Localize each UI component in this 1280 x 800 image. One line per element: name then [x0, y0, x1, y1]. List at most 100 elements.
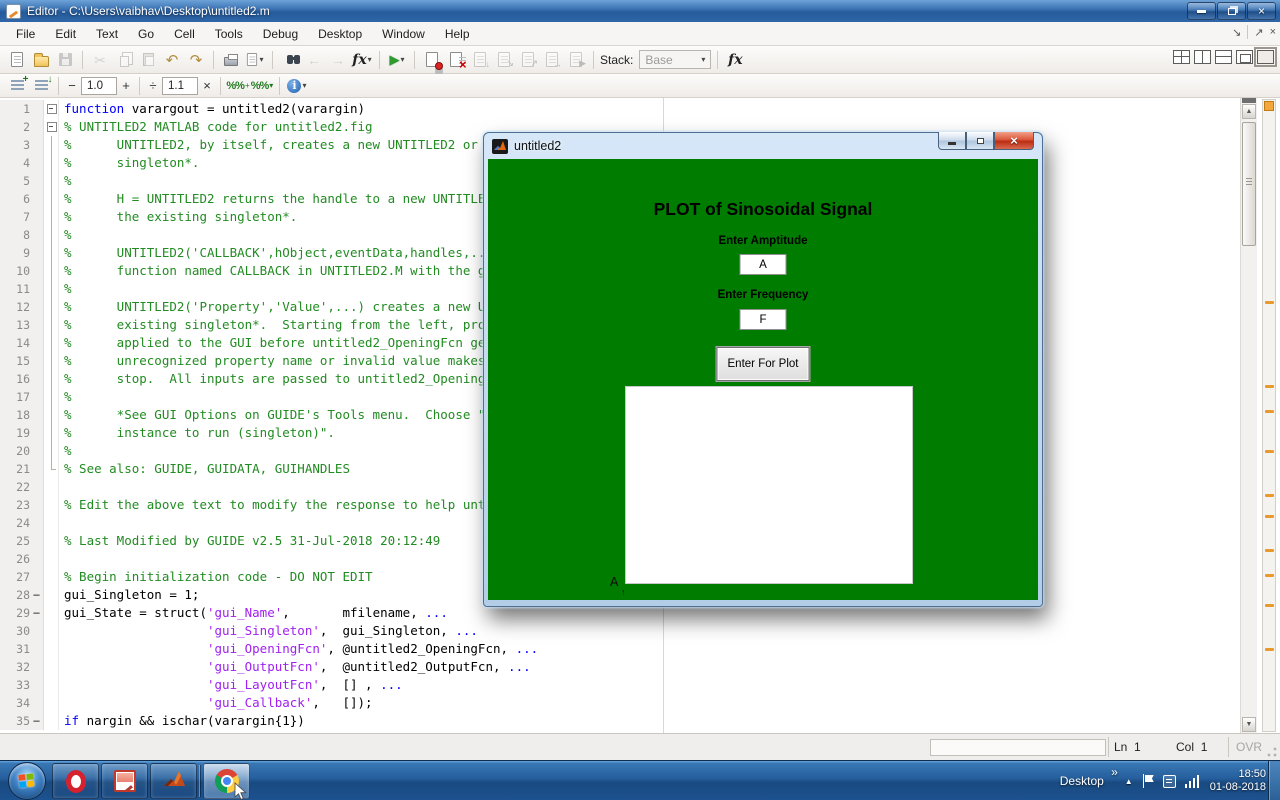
- analyzer-summary-indicator[interactable]: [1264, 101, 1274, 111]
- menu-item-help[interactable]: Help: [435, 24, 480, 44]
- restore-button[interactable]: [1217, 2, 1246, 20]
- undo-button[interactable]: ↶: [161, 49, 183, 70]
- cut-button[interactable]: ✂: [89, 49, 111, 70]
- print-options-button[interactable]: ▾: [244, 49, 266, 70]
- code-line[interactable]: 1function varargout = untitled2(varargin…: [0, 100, 1240, 118]
- paste-button[interactable]: [137, 49, 159, 70]
- close-button[interactable]: ×: [1247, 2, 1276, 20]
- taskbar-picture-manager-button[interactable]: [101, 763, 148, 799]
- split-grabber[interactable]: [1242, 98, 1256, 103]
- menu-item-text[interactable]: Text: [86, 24, 128, 44]
- function-hints-button[interactable]: fx▾: [351, 49, 373, 70]
- dock-icon[interactable]: ↘: [1232, 26, 1241, 39]
- taskbar-matlab-button[interactable]: [150, 763, 197, 799]
- exit-debug-button[interactable]: ▶: [565, 49, 587, 70]
- code-line[interactable]: 31 'gui_OpeningFcn', @untitled2_OpeningF…: [0, 640, 1240, 658]
- menu-item-tools[interactable]: Tools: [205, 24, 253, 44]
- amplitude-input[interactable]: [740, 254, 787, 275]
- continue-button[interactable]: →: [541, 49, 563, 70]
- code-line[interactable]: 33 'gui_LayoutFcn', [] , ...: [0, 676, 1240, 694]
- menu-item-file[interactable]: File: [6, 24, 45, 44]
- resize-grip[interactable]: [1267, 747, 1277, 757]
- close-document-icon[interactable]: ×: [1270, 26, 1276, 38]
- desktop-toolbar[interactable]: Desktop »: [1060, 774, 1116, 788]
- divide-value-button[interactable]: ÷: [146, 78, 160, 93]
- show-desktop-button[interactable]: [1268, 761, 1280, 800]
- plot-button[interactable]: Enter For Plot: [717, 347, 810, 381]
- run-button[interactable]: ▶▾: [386, 49, 408, 70]
- code-line[interactable]: 34 'gui_Callback', []);: [0, 694, 1240, 712]
- warning-mark[interactable]: [1265, 604, 1274, 607]
- eval-cell-advance-button[interactable]: %%▾: [251, 75, 273, 96]
- menu-item-window[interactable]: Window: [372, 24, 435, 44]
- warning-mark[interactable]: [1265, 648, 1274, 651]
- print-button[interactable]: [220, 49, 242, 70]
- undock-icon[interactable]: ↗: [1254, 26, 1263, 39]
- menu-item-go[interactable]: Go: [128, 24, 164, 44]
- step-in-button[interactable]: ↘: [493, 49, 515, 70]
- value-factor-input[interactable]: 1.1: [162, 77, 198, 95]
- tile-grid-button[interactable]: [1173, 50, 1190, 64]
- remove-hardware-icon[interactable]: [1163, 775, 1176, 788]
- code-line[interactable]: 32 'gui_OutputFcn', @untitled2_OutputFcn…: [0, 658, 1240, 676]
- menu-item-edit[interactable]: Edit: [45, 24, 86, 44]
- increment-value-button[interactable]: +: [119, 78, 133, 93]
- warning-mark[interactable]: [1265, 410, 1274, 413]
- step-out-button[interactable]: ↗: [517, 49, 539, 70]
- tile-vertical-button[interactable]: [1194, 50, 1211, 64]
- scrollbar-thumb[interactable]: [1242, 122, 1256, 246]
- clock[interactable]: 18:50 01-08-2018: [1210, 768, 1266, 794]
- maximize-document-button[interactable]: [1257, 50, 1274, 64]
- warning-mark[interactable]: [1265, 301, 1274, 304]
- action-center-icon[interactable]: [1142, 774, 1154, 788]
- warning-mark[interactable]: [1265, 450, 1274, 453]
- warning-mark[interactable]: [1265, 574, 1274, 577]
- save-button[interactable]: [54, 49, 76, 70]
- copy-button[interactable]: [113, 49, 135, 70]
- step-button[interactable]: ↓: [469, 49, 491, 70]
- menu-item-debug[interactable]: Debug: [253, 24, 308, 44]
- back-button[interactable]: ←: [303, 49, 325, 70]
- warning-mark[interactable]: [1265, 494, 1274, 497]
- code-analyzer-bar[interactable]: [1262, 99, 1276, 732]
- clear-breakpoints-button[interactable]: [445, 49, 467, 70]
- menu-item-cell[interactable]: Cell: [164, 24, 205, 44]
- warning-mark[interactable]: [1265, 515, 1274, 518]
- start-button[interactable]: [8, 762, 46, 800]
- minimize-button[interactable]: [1187, 2, 1216, 20]
- frequency-input[interactable]: [740, 309, 787, 330]
- menu-item-desktop[interactable]: Desktop: [308, 24, 372, 44]
- taskbar-chrome-button[interactable]: [203, 763, 250, 799]
- cascade-windows-button[interactable]: [1236, 50, 1253, 64]
- value-step-input[interactable]: 1.0: [81, 77, 117, 95]
- taskbar-opera-button[interactable]: [52, 763, 99, 799]
- multiply-value-button[interactable]: ×: [200, 78, 214, 93]
- fx-insert-button[interactable]: fx: [724, 49, 746, 70]
- figure-titlebar[interactable]: untitled2 ×: [484, 133, 1042, 159]
- figure-restore-button[interactable]: [966, 132, 994, 150]
- scroll-up-arrow[interactable]: ▲: [1242, 104, 1256, 119]
- editor-titlebar[interactable]: Editor - C:\Users\vaibhav\Desktop\untitl…: [0, 0, 1280, 22]
- code-line[interactable]: 35−if nargin && ischar(varargin{1}): [0, 712, 1240, 730]
- vertical-scrollbar[interactable]: ▲ ▼: [1240, 98, 1257, 733]
- new-file-button[interactable]: [6, 49, 28, 70]
- set-breakpoint-button[interactable]: [421, 49, 443, 70]
- insert-cell-above-icon[interactable]: [6, 75, 28, 96]
- network-signal-icon[interactable]: [1185, 774, 1201, 788]
- scroll-down-arrow[interactable]: ▼: [1242, 717, 1256, 732]
- figure-minimize-button[interactable]: [938, 132, 966, 150]
- redo-button[interactable]: ↷: [185, 49, 207, 70]
- stack-dropdown[interactable]: Base▾: [639, 50, 711, 69]
- forward-button[interactable]: →: [327, 49, 349, 70]
- plot-axes[interactable]: [625, 386, 913, 584]
- decrement-value-button[interactable]: −: [65, 78, 79, 93]
- find-button[interactable]: [279, 49, 301, 70]
- warning-mark[interactable]: [1265, 549, 1274, 552]
- eval-cell-button[interactable]: %%+: [227, 75, 249, 96]
- chevron-icon[interactable]: »: [1111, 765, 1118, 779]
- insert-cell-below-icon[interactable]: [30, 75, 52, 96]
- open-file-button[interactable]: [30, 49, 52, 70]
- show-hidden-icons-button[interactable]: ▲: [1125, 777, 1133, 786]
- info-button[interactable]: i▾: [286, 75, 308, 96]
- warning-mark[interactable]: [1265, 385, 1274, 388]
